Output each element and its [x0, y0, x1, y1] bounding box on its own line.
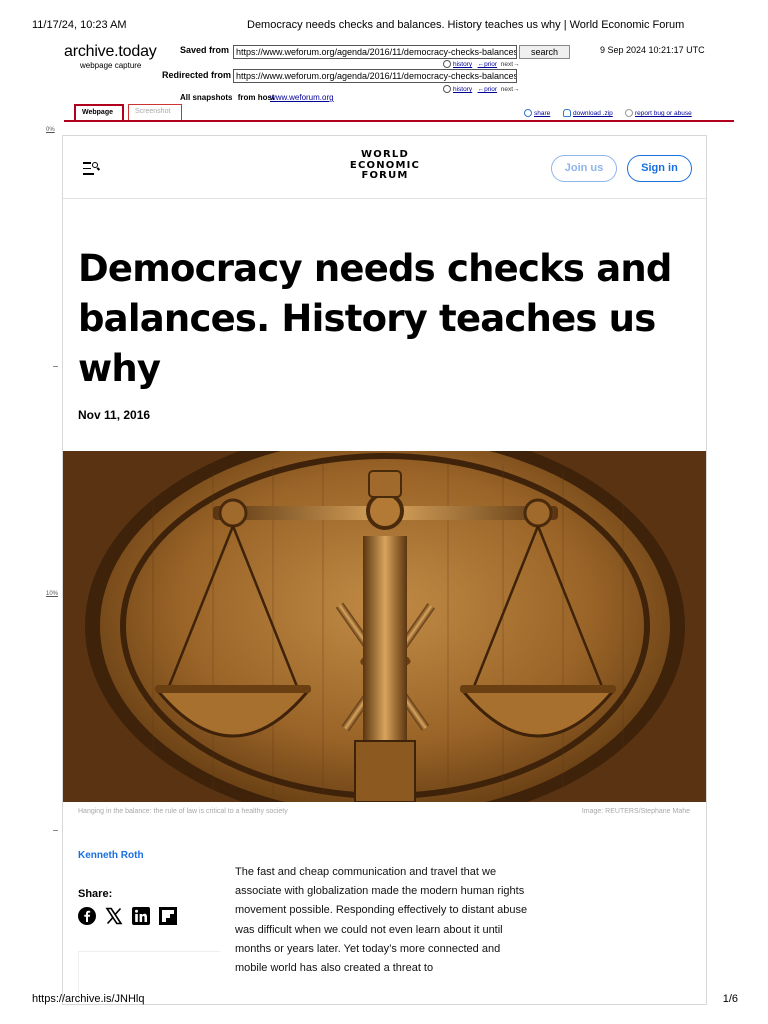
share-icon: [524, 109, 532, 117]
share-label: Share:: [78, 888, 113, 900]
join-us-button[interactable]: Join us: [551, 155, 617, 182]
print-datetime: 11/17/24, 10:23 AM: [32, 19, 127, 31]
saved-from-label: Saved from: [180, 45, 230, 55]
capture-timestamp: 9 Sep 2024 10:21:17 UTC: [600, 45, 705, 55]
sign-in-button[interactable]: Sign in: [627, 155, 692, 182]
captured-page: WORLD ECONOMIC FORUM Join us Sign in Dem…: [62, 135, 707, 1005]
site-header: WORLD ECONOMIC FORUM Join us Sign in: [63, 136, 706, 199]
report-link[interactable]: report bug or abuse: [625, 109, 692, 117]
prior-link[interactable]: ←prior: [478, 61, 498, 68]
clock-icon: [443, 60, 451, 68]
wef-logo[interactable]: WORLD ECONOMIC FORUM: [349, 149, 421, 182]
scroll-marker-10[interactable]: 10%: [46, 591, 58, 597]
history-nav-bottom: history ←prior next→: [443, 85, 520, 93]
cloud-download-icon: [563, 109, 571, 117]
history-nav-top: history ←prior next→: [443, 60, 520, 68]
share-link[interactable]: share: [524, 109, 550, 117]
tab-divider: [64, 120, 734, 122]
next-link[interactable]: next→: [501, 61, 520, 68]
tab-webpage[interactable]: Webpage: [74, 104, 124, 121]
history-link[interactable]: history: [453, 86, 472, 93]
archive-logo-subtitle: webpage capture: [80, 61, 142, 70]
article-body: The fast and cheap communication and tra…: [235, 866, 528, 975]
archive-logo[interactable]: archive.today: [64, 43, 157, 61]
download-link[interactable]: download .zip: [563, 109, 613, 117]
bug-icon: [625, 109, 633, 117]
host-link[interactable]: www.weforum.org: [270, 93, 334, 102]
hero-image-scales-of-justice: [63, 451, 706, 802]
share-icons: [78, 907, 177, 925]
article-title: Democracy needs checks and balances. His…: [78, 247, 672, 390]
print-page-count: 1/6: [722, 993, 738, 1005]
author-link[interactable]: Kenneth Roth: [78, 850, 144, 861]
linkedin-icon[interactable]: [132, 907, 150, 925]
image-caption: Hanging in the balance: the rule of law …: [78, 808, 288, 815]
saved-from-url-field[interactable]: https://www.weforum.org/agenda/2016/11/d…: [233, 45, 517, 59]
tab-screenshot[interactable]: Screenshot: [128, 104, 182, 121]
scroll-tick: [53, 830, 58, 831]
scroll-marker-0[interactable]: 0%: [46, 127, 55, 133]
clock-icon: [443, 85, 451, 93]
search-button[interactable]: search: [519, 45, 570, 59]
article-date: Nov 11, 2016: [78, 408, 151, 422]
print-document-title: Democracy needs checks and balances. His…: [247, 19, 685, 31]
menu-search-icon[interactable]: [83, 162, 101, 176]
flipboard-icon[interactable]: [159, 907, 177, 925]
print-footer-url: https://archive.is/JNHlq: [32, 993, 145, 1005]
scales-of-justice-illustration: [63, 451, 706, 802]
redirected-from-label: Redirected from: [162, 70, 232, 80]
redirected-from-url-field[interactable]: https://www.weforum.org/agenda/2016/11/d…: [233, 69, 517, 83]
all-snapshots-label: All snapshots from host: [180, 93, 275, 102]
prior-link[interactable]: ←prior: [478, 86, 498, 93]
facebook-icon[interactable]: [78, 907, 96, 925]
image-credit: Image: REUTERS/Stephane Mahe: [581, 808, 690, 815]
next-link[interactable]: next→: [501, 86, 520, 93]
scroll-tick: [53, 366, 58, 367]
history-link[interactable]: history: [453, 61, 472, 68]
x-icon[interactable]: [105, 907, 123, 925]
